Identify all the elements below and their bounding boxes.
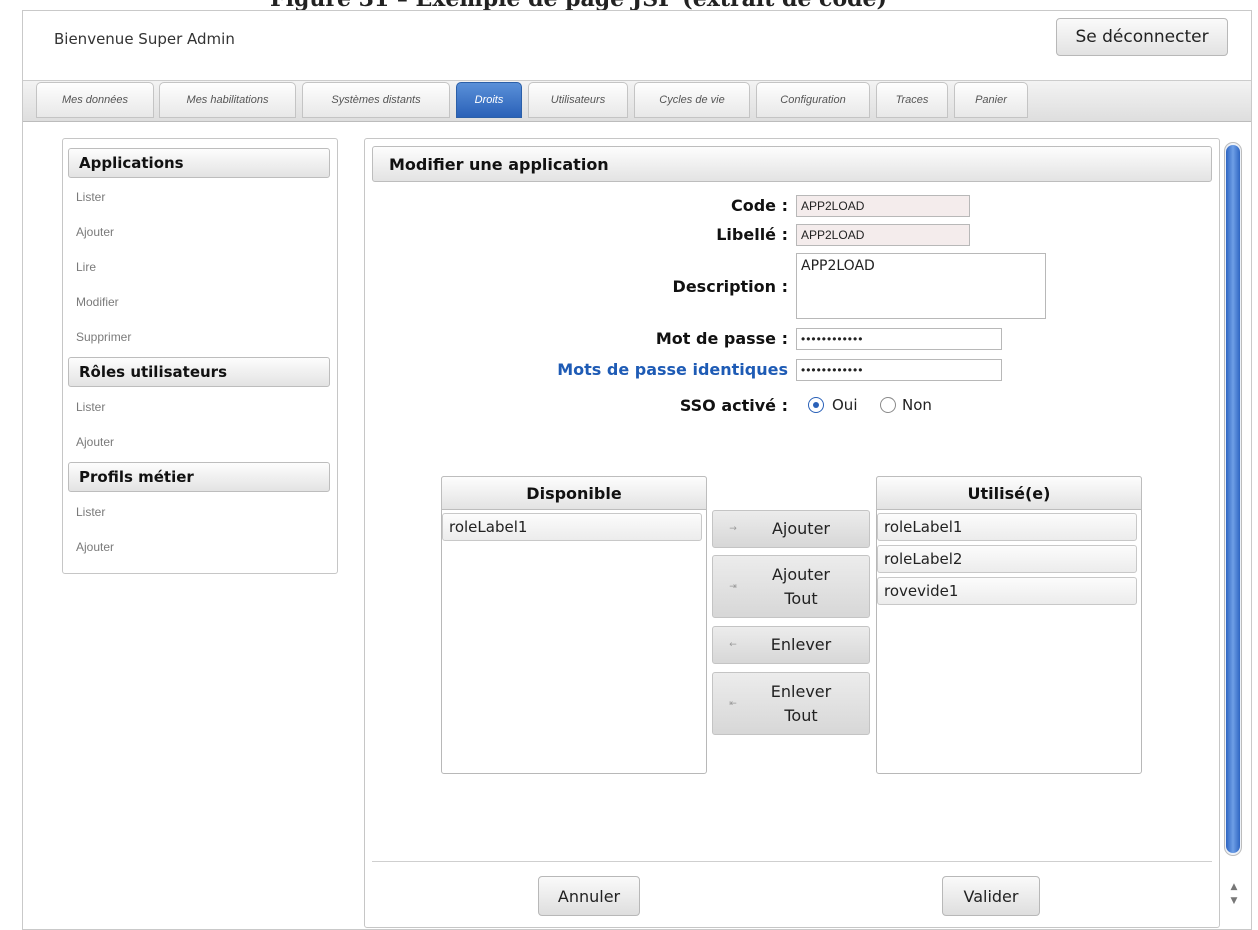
cancel-button[interactable]: Annuler [538,876,640,916]
used-item-rolelabel2[interactable]: roleLabel2 [877,545,1137,573]
tab-panier[interactable]: Panier [954,82,1028,118]
used-list-header: Utilisé(e) [876,476,1142,510]
logout-button[interactable]: Se déconnecter [1056,18,1228,56]
libelle-field[interactable] [796,224,970,246]
libelle-label: Libellé : [716,225,788,244]
scroll-down-icon[interactable]: ▼ [1226,894,1242,908]
sso-yes-label: Oui [832,396,858,414]
remove-button-label: Enlever [770,635,832,654]
tab-utilisateurs[interactable]: Utilisateurs [528,82,628,118]
tab-systemes-distants[interactable]: Systèmes distants [302,82,450,118]
sidebar-link-roles-lister[interactable]: Lister [76,400,105,414]
used-item-rolelabel1[interactable]: roleLabel1 [877,513,1137,541]
code-label: Code : [730,196,788,215]
sso-label: SSO activé : [679,396,788,415]
tab-configuration[interactable]: Configuration [756,82,870,118]
arrow-right-icon: → [729,524,737,534]
sidebar-link-applications-modifier[interactable]: Modifier [76,295,119,309]
sidebar-section-profils-metier: Profils métier [68,462,330,492]
password-match-label: Mots de passe identiques [557,360,788,379]
sidebar-section-applications: Applications [68,148,330,178]
add-button-label: Ajouter [771,519,830,538]
available-item-rolelabel1[interactable]: roleLabel1 [442,513,702,541]
sidebar-section-roles-utilisateurs: Rôles utilisateurs [68,357,330,387]
password-field[interactable] [796,328,1002,350]
arrow-left-icon: ← [729,640,737,650]
sidebar-link-profils-lister[interactable]: Lister [76,505,105,519]
sidebar-link-applications-ajouter[interactable]: Ajouter [76,225,114,239]
tab-traces[interactable]: Traces [876,82,948,118]
sidebar-link-applications-lire[interactable]: Lire [76,260,96,274]
remove-all-button[interactable]: ⇤ Enlever Tout [712,672,870,735]
remove-button[interactable]: ← Enlever [712,626,870,664]
scroll-up-icon[interactable]: ▲ [1226,880,1242,894]
description-label: Description : [672,277,788,296]
tab-mes-habilitations[interactable]: Mes habilitations [159,82,296,118]
sso-no-radio[interactable] [880,397,896,413]
code-field[interactable] [796,195,970,217]
available-list-header: Disponible [441,476,707,510]
arrow-left-bar-icon: ⇤ [729,698,737,709]
welcome-message: Bienvenue Super Admin [54,30,235,48]
sidebar-link-profils-ajouter[interactable]: Ajouter [76,540,114,554]
tab-mes-donnees[interactable]: Mes données [36,82,154,118]
submit-button[interactable]: Valider [942,876,1040,916]
password-label: Mot de passe : [655,329,788,348]
footer-divider [372,861,1212,862]
add-all-button-label: Ajouter Tout [771,564,830,608]
sidebar-link-applications-supprimer[interactable]: Supprimer [76,330,131,344]
description-field[interactable]: APP2LOAD [796,253,1046,319]
arrow-right-bar-icon: ⇥ [729,581,737,592]
password-confirm-field[interactable] [796,359,1002,381]
tab-droits[interactable]: Droits [456,82,522,118]
sso-no-label: Non [902,396,932,414]
sidebar-link-applications-lister[interactable]: Lister [76,190,105,204]
sidebar-link-roles-ajouter[interactable]: Ajouter [76,435,114,449]
add-all-button[interactable]: ⇥ Ajouter Tout [712,555,870,618]
scrollbar-thumb[interactable] [1226,145,1240,853]
add-button[interactable]: → Ajouter [712,510,870,548]
sso-yes-radio[interactable] [808,397,824,413]
tab-cycles-de-vie[interactable]: Cycles de vie [634,82,750,118]
remove-all-button-label: Enlever Tout [770,681,832,725]
form-title: Modifier une application [372,146,1212,182]
used-item-rovevide1[interactable]: rovevide1 [877,577,1137,605]
